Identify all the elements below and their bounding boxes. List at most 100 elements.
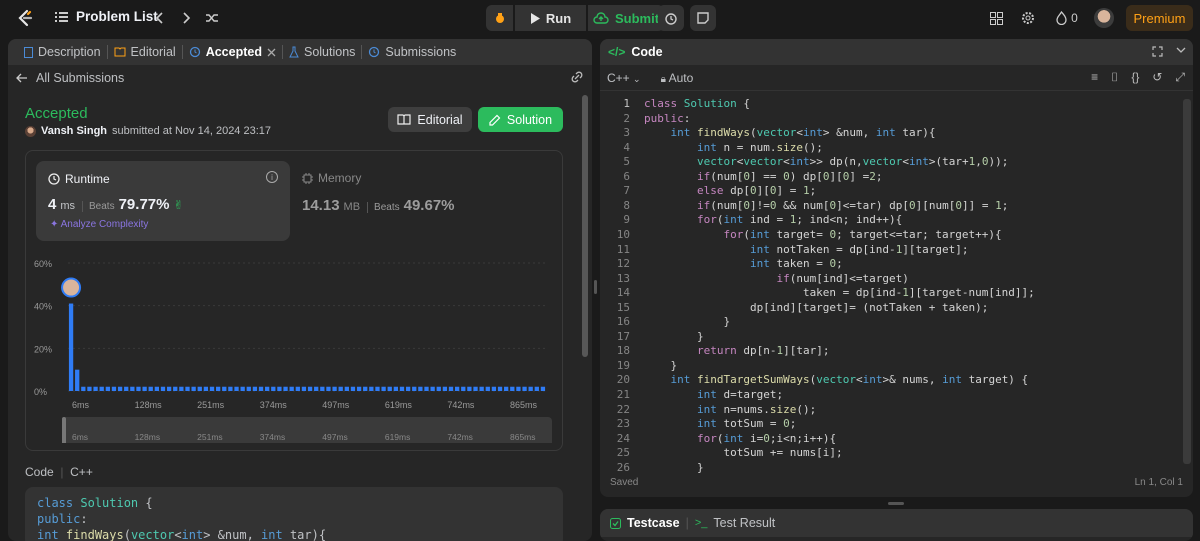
streak-counter[interactable]: 0 [1052,8,1082,28]
line-number: 1 [623,97,630,110]
tab-testcase[interactable]: Testcase [627,516,680,530]
auto-mode[interactable]: 🔒︎ Auto [661,71,694,85]
line-number: 2 [623,111,630,125]
maximize-icon[interactable] [1152,46,1163,57]
bookmark-icon[interactable]: ⌷ [1111,70,1118,85]
horizontal-resize-handle[interactable] [888,502,904,505]
line-number: 14 [616,286,630,300]
code-line: for(int ind = 1; ind<n; ind++){ [696,213,903,227]
debug-button[interactable] [486,5,513,31]
line-number: 17 [616,329,630,343]
range-slider-label: 251ms [197,432,223,442]
all-submissions-link[interactable]: All Submissions [36,71,124,85]
x-tick-label: 497ms [322,400,350,410]
chart-bar [166,386,172,391]
expand-icon[interactable]: ⤢ [1175,70,1185,85]
chart-bar [277,386,282,391]
edit-icon [489,114,501,126]
prev-problem-icon[interactable] [150,8,170,28]
language-select[interactable]: C++ ⌄ [607,71,641,85]
settings-gear-icon[interactable] [1018,8,1038,28]
submitter-name[interactable]: Vansh Singh [41,125,107,137]
code-line: dp[ind][target]= (notTaken + taken); [644,300,989,314]
memory-beats-value: 49.67% [403,197,455,214]
vertical-resize-handle[interactable] [594,280,597,294]
analyze-complexity-label: Analyze Complexity [60,219,149,230]
code-editor[interactable]: 1 class Solution {2 public: 3 int findWays(… [600,97,1193,474]
tab-accepted[interactable]: Accepted [183,39,282,65]
layout-grid-icon[interactable] [986,8,1006,28]
chart-bar [363,386,368,391]
link-icon[interactable] [570,71,584,83]
chart-bar [528,386,533,391]
problem-list-button[interactable]: Problem List [55,9,158,24]
arrow-left-icon[interactable] [16,73,28,83]
chart-bar [381,386,386,391]
runtime-card[interactable]: Runtime i 4 ms Beats 79.77% ✌ ✦ Analyze … [36,161,290,241]
memory-value: 14.13 MB Beats 49.67% [302,197,455,214]
code-preview-line: public: [37,512,88,526]
shuffle-icon[interactable] [202,8,222,28]
code-language: C++ [70,465,93,479]
range-slider-label: 6ms [72,432,88,442]
x-tick-label: 374ms [260,400,288,410]
tab-submissions[interactable]: Submissions [362,39,462,65]
runtime-distribution-chart[interactable]: 60% 40% 20% 0% 6ms 128ms 251ms 374ms 497ms 619ms 7… [34,243,554,443]
chart-bar [209,386,215,391]
line-number: 11 [616,242,630,256]
line-number: 10 [616,227,630,241]
runtime-beats-value: 79.77% [118,196,170,213]
code-line: } [644,358,678,372]
submitted-time: submitted at Nov 14, 2024 23:17 [112,125,272,137]
chart-bar [197,386,202,391]
party-emoji-icon: ✌ [173,198,184,212]
notes-button[interactable] [690,5,716,31]
user-avatar[interactable] [1094,8,1114,28]
tab-test-result[interactable]: Test Result [713,516,775,530]
code-line: int n = num.size(); [696,140,823,154]
editor-scrollbar[interactable] [1183,99,1191,464]
solution-button[interactable]: Solution [478,107,563,132]
braces-icon[interactable]: {} [1131,70,1139,85]
tab-solutions[interactable]: Solutions [283,39,361,65]
code-line: } [644,460,704,474]
chart-bar [203,386,209,391]
submit-button[interactable]: Submit [588,5,664,31]
analyze-complexity-link[interactable]: ✦ Analyze Complexity [50,219,148,230]
close-icon[interactable] [267,48,276,57]
left-tab-bar: Description Editorial Accepted Solutions… [8,39,592,65]
premium-button[interactable]: Premium [1126,5,1193,31]
chart-bar [430,386,435,391]
chevron-down-icon[interactable] [1176,47,1186,55]
tab-description[interactable]: Description [18,39,107,65]
flask-icon [289,46,299,58]
chart-bar [222,386,227,391]
submitted-code-preview[interactable]: class Solution { public: int findWays(ve… [25,487,563,541]
reset-icon[interactable]: ↺ [1152,70,1162,85]
tab-editorial[interactable]: Editorial [108,39,182,65]
editorial-button[interactable]: Editorial [388,107,472,132]
left-scrollbar[interactable] [582,95,588,357]
editorial-button-label: Editorial [417,112,463,127]
info-icon[interactable]: i [266,171,278,183]
chart-bar [215,386,221,391]
chart-bar [283,386,288,391]
clock-icon [48,173,60,185]
line-number: 8 [623,198,630,212]
format-icon[interactable]: ≡ [1091,70,1098,85]
next-problem-icon[interactable] [176,8,196,28]
line-number: 12 [616,257,630,271]
code-line: int findTargetSumWays(vector<int>& nums,… [670,373,1029,387]
memory-card[interactable]: Memory 14.13 MB Beats 49.67% [302,171,455,214]
leetcode-logo-icon[interactable] [16,9,34,27]
timer-button[interactable] [658,5,684,31]
x-tick-label: 742ms [447,400,475,410]
run-button[interactable]: Run [515,5,586,31]
code-line: for(int i=0;i<n;i++){ [696,431,837,445]
chart-bar [497,386,503,391]
chart-bar [424,386,429,391]
code-line: if(num[0] == 0) dp[0][0] =2; [696,169,883,183]
code-line: int n=nums.size(); [696,402,817,416]
chart-bar [405,386,411,391]
premium-label: Premium [1133,10,1186,26]
